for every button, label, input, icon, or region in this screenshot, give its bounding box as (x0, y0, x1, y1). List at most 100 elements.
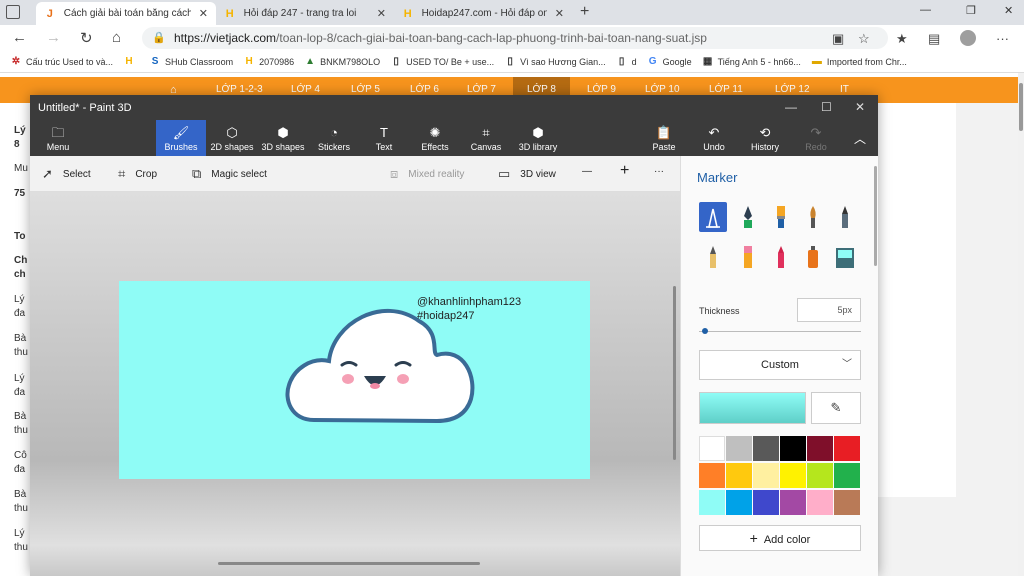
color-swatch[interactable] (834, 463, 860, 488)
brushes-button[interactable]: 🖌 Brushes (156, 120, 206, 156)
calligraphy-pen-tool[interactable] (734, 202, 762, 232)
marker-tool[interactable] (699, 202, 727, 232)
bookmark-item[interactable]: ▲ BNKM798OLO (304, 56, 380, 68)
bookmark-item[interactable]: H (123, 56, 139, 68)
workspace-hscrollbar[interactable] (218, 562, 480, 565)
color-swatch[interactable] (753, 463, 779, 488)
thickness-slider-knob[interactable] (702, 328, 709, 334)
nav-item[interactable]: LỚP 8 (527, 84, 556, 95)
nav-item[interactable]: LỚP 1-2-3 (216, 84, 263, 95)
pixel-pen-tool[interactable] (831, 202, 859, 232)
nav-item[interactable]: LỚP 7 (467, 84, 496, 95)
nav-item[interactable]: LỚP 11 (709, 84, 743, 95)
close-window-icon[interactable]: ✕ (855, 100, 865, 114)
bookmark-item[interactable]: ▯ d (616, 56, 637, 68)
browser-tab-2[interactable]: H Hỏi đáp 247 - trang tra loi ✕ (216, 2, 394, 25)
color-swatch[interactable] (753, 436, 779, 461)
color-swatch[interactable] (807, 436, 833, 461)
panel-scrollbar[interactable] (874, 166, 877, 266)
more-options-button[interactable]: ··· (654, 166, 664, 177)
pencil-tool[interactable] (699, 242, 727, 272)
nav-item[interactable]: IT (840, 84, 849, 95)
close-tab-icon[interactable]: ✕ (199, 7, 208, 20)
close-tab-icon[interactable]: ✕ (377, 7, 386, 20)
oil-brush-tool[interactable] (767, 202, 795, 232)
color-swatch[interactable] (834, 436, 860, 461)
color-swatch[interactable] (807, 463, 833, 488)
3d-view-button[interactable]: ▭ 3D view (498, 166, 556, 182)
preset-dropdown[interactable]: Custom ﹀ (699, 350, 861, 380)
new-tab-button[interactable]: + (580, 3, 589, 21)
nav-item[interactable]: LỚP 4 (291, 84, 320, 95)
drawing-canvas[interactable]: @khanhlinhpham123 #hoidap247 (119, 281, 590, 479)
text-button[interactable]: T Text (366, 120, 402, 156)
close-tab-icon[interactable]: ✕ (555, 7, 564, 20)
minimize-icon[interactable]: — (785, 100, 797, 114)
scrollbar-thumb[interactable] (1019, 83, 1023, 131)
favorites-icon[interactable]: ★ (896, 31, 908, 47)
eyedropper-button[interactable]: ✎ (811, 392, 861, 424)
bookmark-item[interactable]: G Google (647, 56, 692, 68)
color-swatch[interactable] (807, 490, 833, 515)
current-color-swatch[interactable] (699, 392, 806, 424)
thickness-slider[interactable] (699, 331, 861, 332)
lock-icon[interactable]: 🔒 (152, 27, 166, 49)
nav-item[interactable]: LỚP 12 (775, 84, 810, 95)
collections-icon[interactable]: ▤ (928, 31, 940, 47)
page-scrollbar[interactable] (1018, 73, 1024, 576)
effects-button[interactable]: ✺ Effects (416, 120, 454, 156)
stickers-button[interactable]: ◔ Stickers (313, 120, 355, 156)
add-color-button[interactable]: + Add color (699, 525, 861, 551)
bookmark-item[interactable]: ▯ Vì sao Hương Gian... (504, 56, 605, 68)
settings-more-icon[interactable]: ··· (996, 31, 1009, 46)
browser-tab-1[interactable]: J Cách giải bài toán bằng cách lập ✕ (36, 2, 216, 25)
3d-library-button[interactable]: ⬢ 3D library (516, 120, 560, 156)
bookmark-item[interactable]: H 2070986 (243, 56, 294, 68)
color-swatch[interactable] (780, 463, 806, 488)
back-icon[interactable]: ← (12, 29, 27, 46)
magic-select-button[interactable]: ⧉ Magic select (192, 166, 267, 182)
color-swatch[interactable] (726, 463, 752, 488)
eraser-tool[interactable] (734, 242, 762, 272)
color-swatch[interactable] (726, 436, 752, 461)
menu-button[interactable]: 🗀 Menu (36, 120, 80, 156)
zoom-out-button[interactable]: — (582, 166, 592, 177)
color-swatch[interactable] (699, 436, 725, 461)
spray-can-tool[interactable] (799, 242, 827, 272)
nav-item[interactable]: LỚP 5 (351, 84, 380, 95)
zoom-in-button[interactable]: + (620, 162, 629, 180)
canvas-button[interactable]: ⌗ Canvas (467, 120, 505, 156)
bookmark-item[interactable]: S SHub Classroom (149, 56, 233, 68)
3d-shapes-button[interactable]: ⬢ 3D shapes (260, 120, 306, 156)
bookmark-item[interactable]: ▯ USED TO/ Be + use... (390, 56, 494, 68)
favorite-star-icon[interactable]: ☆ (858, 31, 870, 47)
nav-item[interactable]: LỚP 10 (645, 84, 680, 95)
color-swatch[interactable] (834, 490, 860, 515)
watercolor-tool[interactable] (799, 202, 827, 232)
restore-icon[interactable]: ❐ (966, 4, 976, 17)
bookmark-item[interactable]: ▦ Tiếng Anh 5 - hn66... (702, 56, 801, 68)
2d-shapes-button[interactable]: ⬡ 2D shapes (210, 120, 254, 156)
reader-view-icon[interactable]: ▣ (832, 31, 844, 47)
undo-button[interactable]: ↶ Undo (698, 120, 730, 156)
color-swatch[interactable] (726, 490, 752, 515)
url-bar[interactable]: 🔒 https://vietjack.com/toan-lop-8/cach-g… (142, 27, 888, 49)
paste-button[interactable]: 📋 Paste (646, 120, 682, 156)
bookmark-item[interactable]: ▬ Imported from Chr... (811, 56, 907, 68)
workspace-area[interactable]: @khanhlinhpham123 #hoidap247 (30, 192, 680, 576)
nav-item[interactable]: LỚP 9 (587, 84, 616, 95)
profile-avatar[interactable] (960, 30, 976, 46)
select-tool-button[interactable]: ➚ Select (42, 166, 91, 182)
color-swatch[interactable] (753, 490, 779, 515)
collapse-ribbon-icon[interactable]: ︿ (848, 120, 872, 156)
nav-item[interactable]: LỚP 6 (410, 84, 439, 95)
color-swatch[interactable] (699, 463, 725, 488)
crop-button[interactable]: ⌗ Crop (118, 166, 157, 182)
bookmark-item[interactable]: ✲ Cấu trúc Used to và... (10, 56, 113, 68)
home-icon[interactable]: ⌂ (112, 29, 121, 46)
crayon-tool[interactable] (767, 242, 795, 272)
minimize-icon[interactable]: — (920, 4, 931, 16)
close-window-icon[interactable]: ✕ (1004, 4, 1013, 17)
color-swatch[interactable] (699, 490, 725, 515)
workspace-vscrollbar[interactable] (673, 286, 676, 460)
